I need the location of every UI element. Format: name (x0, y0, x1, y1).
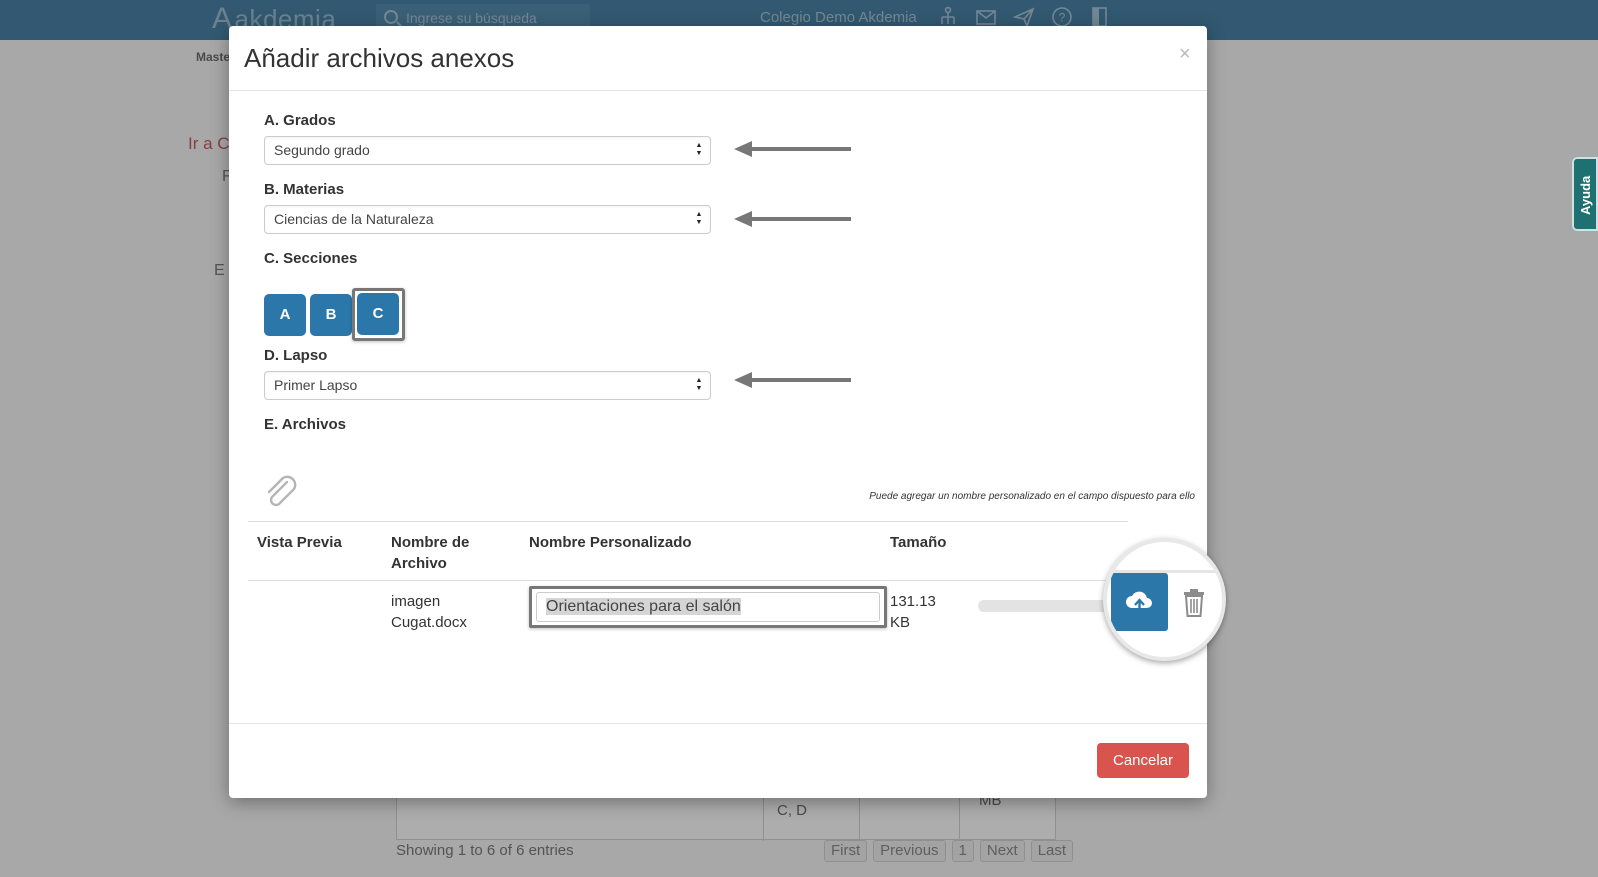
zoom-callout (1103, 538, 1226, 661)
close-icon[interactable]: × (1179, 44, 1191, 64)
help-tab[interactable]: Ayuda (1572, 157, 1598, 231)
paperclip-icon[interactable] (263, 474, 301, 512)
upload-progress-bar (978, 600, 1113, 612)
header-vista-previa: Vista Previa (257, 534, 342, 551)
lapso-label: D. Lapso (264, 347, 328, 364)
materias-select[interactable]: Ciencias de la Naturaleza ▲ ▼ (264, 205, 711, 234)
arrow-left-icon (734, 211, 851, 227)
modal-header: Añadir archivos anexos × (229, 26, 1207, 91)
modal-title: Añadir archivos anexos (244, 43, 515, 73)
section-highlight-frame: C (352, 288, 405, 341)
trash-icon[interactable] (1183, 589, 1205, 617)
table-top-line (248, 521, 1128, 522)
custom-name-highlight-frame: Orientaciones para el salón (529, 586, 887, 628)
cancel-button[interactable]: Cancelar (1097, 743, 1189, 778)
file-size-cell: 131.13 KB (890, 593, 936, 631)
materias-value: Ciencias de la Naturaleza (274, 211, 434, 227)
select-caret-icon: ▲ ▼ (695, 377, 703, 392)
lapso-select[interactable]: Primer Lapso ▲ ▼ (264, 371, 711, 400)
select-caret-icon: ▲ ▼ (695, 211, 703, 226)
section-button-a[interactable]: A (264, 294, 306, 336)
grados-select[interactable]: Segundo grado ▲ ▼ (264, 136, 711, 165)
grados-value: Segundo grado (274, 142, 370, 158)
section-button-c[interactable]: C (357, 293, 399, 335)
arrow-left-icon (734, 141, 851, 157)
grados-label: A. Grados (264, 112, 336, 129)
section-button-b[interactable]: B (310, 294, 352, 336)
select-caret-icon: ▲ ▼ (695, 142, 703, 157)
cloud-upload-icon (1126, 591, 1152, 614)
archivos-label: E. Archivos (264, 416, 346, 433)
file-name-cell: imagen Cugat.docx (391, 593, 467, 631)
materias-label: B. Materias (264, 181, 345, 198)
header-tamano: Tamaño (890, 534, 947, 551)
header-nombre-archivo: Nombre de Archivo (391, 534, 470, 572)
modal-footer-divider (229, 723, 1207, 724)
header-nombre-personalizado: Nombre Personalizado (529, 534, 692, 551)
table-header-line (248, 580, 1128, 581)
custom-name-note: Puede agregar un nombre personalizado en… (869, 491, 1195, 502)
lapso-value: Primer Lapso (274, 377, 358, 393)
arrow-left-icon (734, 372, 851, 388)
secciones-label: C. Secciones (264, 250, 358, 267)
upload-button[interactable] (1111, 573, 1168, 631)
custom-name-input[interactable]: Orientaciones para el salón (536, 592, 880, 622)
attachments-modal: Añadir archivos anexos × A. Grados Segun… (229, 26, 1226, 798)
